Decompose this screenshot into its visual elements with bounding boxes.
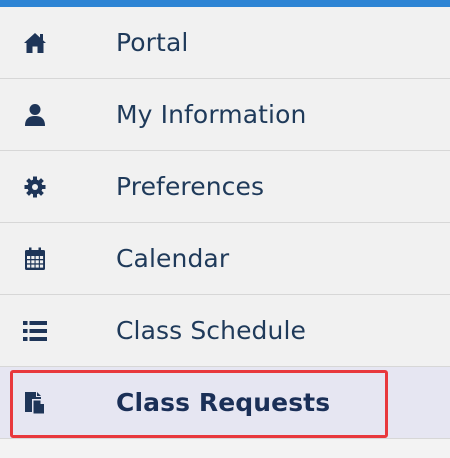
calendar-icon: [22, 246, 48, 272]
sidebar-nav: Portal My Information Preferences Calend…: [0, 7, 450, 439]
sidebar-footer-space: [0, 439, 450, 458]
nav-item-portal[interactable]: Portal: [0, 7, 450, 79]
list-icon: [22, 318, 48, 344]
nav-item-label: Class Requests: [116, 388, 331, 417]
home-icon: [22, 30, 48, 56]
documents-icon: [22, 390, 48, 416]
nav-item-calendar[interactable]: Calendar: [0, 223, 450, 295]
nav-item-class-schedule[interactable]: Class Schedule: [0, 295, 450, 367]
nav-item-label: Preferences: [116, 172, 265, 201]
nav-item-preferences[interactable]: Preferences: [0, 151, 450, 223]
nav-item-my-information[interactable]: My Information: [0, 79, 450, 151]
gear-icon: [22, 174, 48, 200]
user-icon: [22, 102, 48, 128]
nav-item-label: My Information: [116, 100, 307, 129]
nav-item-label: Portal: [116, 28, 189, 57]
nav-item-class-requests[interactable]: Class Requests: [0, 367, 450, 439]
nav-item-label: Class Schedule: [116, 316, 306, 345]
top-accent-bar: [0, 0, 450, 7]
nav-item-label: Calendar: [116, 244, 230, 273]
